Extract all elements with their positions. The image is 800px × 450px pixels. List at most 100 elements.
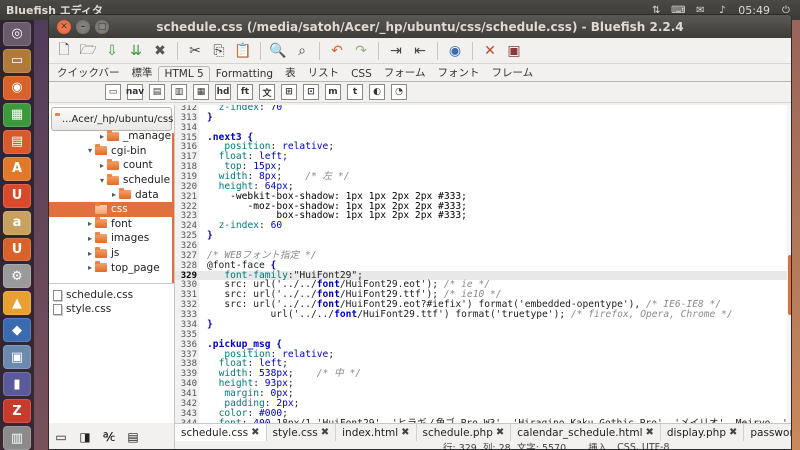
- toolbar-tab-7[interactable]: フォーム: [378, 63, 432, 81]
- expanded-arrow-icon[interactable]: ▾: [97, 176, 107, 185]
- indent-icon[interactable]: ⇥: [385, 40, 407, 62]
- preferences-icon[interactable]: ✕: [479, 40, 501, 62]
- html5-mark-icon[interactable]: m: [325, 84, 341, 100]
- doc-tab-password.php[interactable]: password.php✖: [744, 424, 791, 441]
- close-tab-icon[interactable]: ✖: [646, 427, 654, 438]
- tree-item-font[interactable]: ▸ font: [49, 217, 172, 232]
- new-file-icon[interactable]: 🗋: [53, 40, 75, 62]
- doc-tab-schedule.css[interactable]: schedule.css ✖: [175, 424, 267, 441]
- tree-item-_manage[interactable]: ▸ _manage: [49, 129, 172, 144]
- software-center-icon[interactable]: A: [3, 156, 31, 181]
- expanded-arrow-icon[interactable]: ▾: [85, 146, 95, 155]
- html5-footer-icon[interactable]: ft: [237, 84, 253, 100]
- cut-icon[interactable]: ✂: [184, 40, 206, 62]
- save-icon[interactable]: ⇩: [101, 40, 123, 62]
- html5-nav-icon[interactable]: nav: [126, 84, 144, 100]
- files-icon[interactable]: ▭: [3, 48, 31, 73]
- doc-tab-schedule.php[interactable]: schedule.php ✖: [417, 424, 512, 441]
- toolbar-tab-6[interactable]: CSS: [345, 66, 378, 81]
- close-tab-icon[interactable]: ✖: [496, 427, 504, 438]
- maximize-window-icon[interactable]: □: [95, 19, 109, 34]
- file-encoding[interactable]: CSS, UTF-8: [617, 442, 669, 450]
- path-selector[interactable]: ...Acer/_hp/ubuntu/css ▼: [51, 107, 182, 131]
- redo-icon[interactable]: ↷: [350, 40, 372, 62]
- html5-header-icon[interactable]: hd: [215, 84, 231, 100]
- collapsed-arrow-icon[interactable]: ▸: [97, 161, 107, 170]
- dash-icon[interactable]: ◎: [3, 22, 31, 46]
- editor-scrollbar[interactable]: [787, 105, 791, 423]
- find-icon[interactable]: 🔍: [267, 40, 289, 62]
- bookmarks-tab-icon[interactable]: ◨: [76, 428, 94, 446]
- body-icon[interactable]: ▭: [105, 84, 121, 100]
- tree-item-top_page[interactable]: ▸ top_page: [49, 260, 172, 275]
- tree-item-cgi-bin[interactable]: ▾ cgi-bin: [49, 144, 172, 159]
- toolbar-tab-5[interactable]: リスト: [302, 63, 346, 81]
- tree-item-js[interactable]: ▸ js: [49, 246, 172, 261]
- paste-icon[interactable]: 📋: [232, 40, 254, 62]
- meter-icon[interactable]: ◐: [369, 84, 385, 100]
- image-viewer-icon[interactable]: ▣: [3, 345, 31, 370]
- toolbar-tab-9[interactable]: フレーム: [485, 63, 539, 81]
- tree-item-data[interactable]: ▸ data: [49, 187, 172, 202]
- firefox-icon[interactable]: ◉: [3, 75, 31, 100]
- ubuntu-one-icon[interactable]: U: [3, 183, 31, 208]
- collapsed-arrow-icon[interactable]: ▸: [85, 219, 95, 228]
- tree-item-images[interactable]: ▸ images: [49, 231, 172, 246]
- table-row-icon[interactable]: ▤: [149, 84, 165, 100]
- canvas-icon[interactable]: ⊡: [303, 84, 319, 100]
- doc-tab-index.html[interactable]: index.html ✖: [336, 424, 417, 441]
- tree-item-count[interactable]: ▸ count: [49, 158, 172, 173]
- file-item[interactable]: schedule.css: [49, 288, 174, 302]
- collapsed-arrow-icon[interactable]: ▸: [109, 190, 119, 199]
- collapsed-arrow-icon[interactable]: ▸: [85, 234, 95, 243]
- settings-icon[interactable]: ⚙: [3, 264, 31, 289]
- terminal-icon[interactable]: ▮: [3, 372, 31, 397]
- close-tab-icon[interactable]: ✖: [729, 427, 737, 438]
- snippets-tab-icon[interactable]: ▤: [124, 428, 142, 446]
- toolbar-tab-8[interactable]: フォント: [431, 63, 485, 81]
- tree-item-css[interactable]: css: [49, 202, 172, 217]
- doc-tab-style.css[interactable]: style.css ✖: [267, 424, 337, 441]
- fullscreen-icon[interactable]: ▣: [503, 40, 525, 62]
- scrollbar-thumb[interactable]: [788, 255, 791, 315]
- replace-icon[interactable]: ⌕: [291, 40, 313, 62]
- preview-icon[interactable]: ◉: [444, 40, 466, 62]
- html5-time-icon[interactable]: t: [347, 84, 363, 100]
- audio-icon[interactable]: 文: [259, 84, 275, 100]
- trash-icon[interactable]: ▥: [3, 426, 31, 450]
- impress-icon[interactable]: ▤: [3, 129, 31, 154]
- minimize-window-icon[interactable]: –: [76, 19, 90, 34]
- toolbar-tab-2[interactable]: HTML 5: [158, 66, 210, 81]
- doc-tab-display.php[interactable]: display.php ✖: [661, 424, 745, 441]
- article-icon[interactable]: ▦: [193, 84, 209, 100]
- tree-item-schedule[interactable]: ▾ schedule: [49, 173, 172, 188]
- toolbar-tab-3[interactable]: Formatting: [210, 66, 279, 81]
- collapsed-arrow-icon[interactable]: ▸: [97, 132, 107, 141]
- insert-mode[interactable]: 挿入: [588, 440, 607, 449]
- calc-icon[interactable]: ▦: [3, 102, 31, 127]
- toolbar-tab-1[interactable]: 標準: [125, 63, 158, 81]
- bluefish-icon[interactable]: ◆: [3, 318, 31, 343]
- doc-tab-calendar_schedule.html[interactable]: calendar_schedule.html ✖: [511, 424, 661, 441]
- amazon-icon[interactable]: a: [3, 210, 31, 235]
- close-window-icon[interactable]: ✕: [57, 19, 71, 34]
- close-file-icon[interactable]: ✖: [149, 40, 171, 62]
- vlc-icon[interactable]: ▲: [3, 291, 31, 316]
- close-tab-icon[interactable]: ✖: [401, 427, 409, 438]
- toolbar-tab-0[interactable]: クイックバー: [51, 63, 125, 81]
- video-icon[interactable]: ⊞: [281, 84, 297, 100]
- charmap-tab-icon[interactable]: ℀: [100, 428, 118, 446]
- save-as-icon[interactable]: ⇊: [125, 40, 147, 62]
- aside-icon[interactable]: ▥: [171, 84, 187, 100]
- window-titlebar[interactable]: ✕ – □ schedule.css (/media/satoh/Acer/_h…: [49, 15, 791, 38]
- undo-icon[interactable]: ↶: [326, 40, 348, 62]
- copy-icon[interactable]: ⎘: [208, 40, 230, 62]
- collapsed-arrow-icon[interactable]: ▸: [85, 263, 95, 272]
- collapsed-arrow-icon[interactable]: ▸: [85, 249, 95, 258]
- unindent-icon[interactable]: ⇤: [409, 40, 431, 62]
- filebrowser-tab-icon[interactable]: ▭: [52, 428, 70, 446]
- close-tab-icon[interactable]: ✖: [321, 427, 329, 438]
- filezilla-icon[interactable]: Z: [3, 399, 31, 424]
- code-editor[interactable]: 312 z-index: 70 313} 314 315 .next3 {316 pos…: [175, 105, 791, 423]
- ubuntu-icon[interactable]: U: [3, 237, 31, 262]
